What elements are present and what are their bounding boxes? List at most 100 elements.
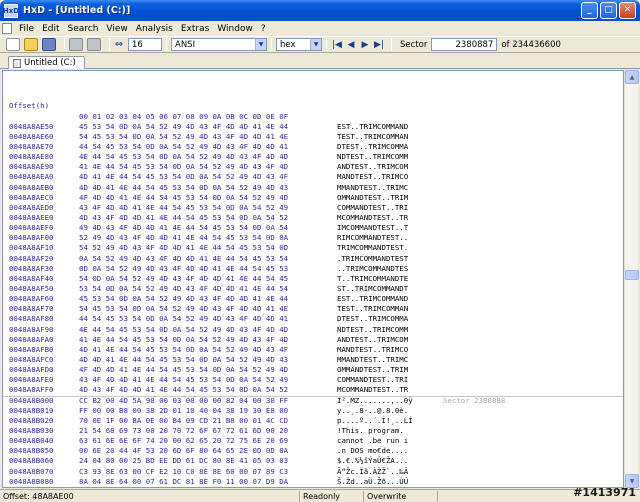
- hex-row[interactable]: 0048A8AF90 4E 44 54 45 53 54 0D 0A 54 52 …: [3, 325, 408, 335]
- row-text[interactable]: MMANDTEST..TRIMC: [337, 355, 408, 365]
- menu-window[interactable]: Window: [213, 24, 257, 34]
- row-hex-bytes[interactable]: 54 0D 0A 54 52 49 4D 43 4F 4D 4D 41 4E 4…: [79, 274, 288, 284]
- row-text[interactable]: $.€.%½îÝaÜ€ŽA...: [337, 456, 408, 466]
- hex-row[interactable]: 0048A8AF40 54 0D 0A 54 52 49 4D 43 4F 4D …: [3, 274, 408, 284]
- hex-row[interactable]: 0048A8AFB0 4D 41 4E 44 54 45 53 54 0D 0A …: [3, 345, 408, 355]
- row-text[interactable]: MCOMMANDTEST..TR: [337, 213, 408, 223]
- row-hex-bytes[interactable]: 4F 4D 4D 41 4E 44 54 45 53 54 0D 0A 54 5…: [79, 193, 288, 203]
- minimize-button[interactable]: _: [581, 2, 598, 19]
- hex-row[interactable]: 0048A8AF20 0A 54 52 49 4D 43 4F 4D 4D 41 …: [3, 254, 408, 264]
- first-sector-icon[interactable]: |◀: [331, 38, 343, 51]
- menu-help[interactable]: ?: [257, 24, 270, 34]
- row-text[interactable]: Ì².MZ.......‚..0ÿ: [337, 396, 413, 406]
- scroll-up-icon[interactable]: ▲: [625, 70, 639, 84]
- row-hex-bytes[interactable]: 43 4F 4D 4D 41 4E 44 54 45 53 54 0D 0A 5…: [79, 375, 288, 385]
- row-text[interactable]: DTEST..TRIMCOMMA: [337, 142, 408, 152]
- row-hex-bytes[interactable]: 4D 43 4F 4D 4D 41 4E 44 54 45 53 54 0D 0…: [79, 385, 288, 395]
- hex-row[interactable]: 0048A8B030 21 54 68 69 73 00 20 70 72 6F …: [3, 426, 404, 436]
- hex-row[interactable]: 0048A8B070 C3 93 8E 63 00 CF E2 10 C0 8E …: [3, 467, 408, 477]
- new-file-icon[interactable]: [6, 38, 20, 51]
- row-hex-bytes[interactable]: 24 04 80 00 25 BD EE DD 61 DC 80 8E 41 0…: [79, 456, 288, 466]
- row-text[interactable]: T..TRIMCOMMANDTE: [337, 274, 408, 284]
- row-hex-bytes[interactable]: 0D 0A 54 52 49 4D 43 4F 4D 4D 41 4E 44 5…: [79, 264, 288, 274]
- menu-edit[interactable]: Edit: [38, 24, 63, 34]
- hex-row[interactable]: 0048A8AE50 45 53 54 0D 0A 54 52 49 4D 43 …: [3, 122, 408, 132]
- row-hex-bytes[interactable]: 41 4E 44 54 45 53 54 0D 0A 54 52 49 4D 4…: [79, 162, 288, 172]
- row-hex-bytes[interactable]: 41 4E 44 54 45 53 54 0D 0A 54 52 49 4D 4…: [79, 335, 288, 345]
- row-text[interactable]: DTEST..TRIMCOMMA: [337, 314, 408, 324]
- hex-row[interactable]: 0048A8AED0 43 4F 4D 4D 41 4E 44 54 45 53 …: [3, 203, 408, 213]
- row-text[interactable]: MMANDTEST..TRIMC: [337, 183, 408, 193]
- row-hex-bytes[interactable]: 54 45 53 54 0D 0A 54 52 49 4D 43 4F 4D 4…: [79, 304, 288, 314]
- next-sector-icon[interactable]: ▶: [359, 38, 371, 51]
- menu-analysis[interactable]: Analysis: [132, 24, 177, 34]
- chevron-down-icon[interactable]: ▼: [255, 39, 266, 50]
- hex-row[interactable]: 0048A8AEE0 4D 43 4F 4D 4D 41 4E 44 54 45 …: [3, 213, 408, 223]
- row-hex-bytes[interactable]: CC B2 00 4D 5A 90 00 03 00 00 00 82 04 0…: [79, 396, 288, 406]
- row-text[interactable]: ANDTEST..TRIMCOM: [337, 162, 408, 172]
- hex-row[interactable]: 0048A8B000 CC B2 00 4D 5A 90 00 03 00 00 …: [3, 395, 623, 406]
- tab-untitled-c[interactable]: Untitled (C:): [8, 56, 85, 69]
- row-text[interactable]: TRIMCOMMANDTEST.: [337, 243, 408, 253]
- bytes-per-row-spinner[interactable]: 16: [128, 38, 162, 51]
- row-text[interactable]: OMMANDTEST..TRIM: [337, 365, 408, 375]
- hex-row[interactable]: 0048A8AFC0 4D 4D 41 4E 44 54 45 53 54 0D …: [3, 355, 408, 365]
- hex-row[interactable]: 0048A8AFE0 43 4F 4D 4D 41 4E 44 54 45 53 …: [3, 375, 408, 385]
- row-text[interactable]: Ã“Žc.Ïâ.ÀŽŽ`..‰Ã: [337, 467, 408, 477]
- hex-row[interactable]: 0048A8AE60 54 45 53 54 0D 0A 54 52 49 4D …: [3, 132, 408, 142]
- hxd-app-icon[interactable]: HxD: [3, 3, 19, 18]
- row-hex-bytes[interactable]: 43 4F 4D 4D 41 4E 44 54 45 53 54 0D 0A 5…: [79, 203, 288, 213]
- hex-row[interactable]: 0048A8AEF0 49 4D 43 4F 4D 4D 41 4E 44 54 …: [3, 223, 408, 233]
- open-ram-icon[interactable]: [87, 38, 101, 51]
- row-hex-bytes[interactable]: 4E 44 54 45 53 54 0D 0A 54 52 49 4D 43 4…: [79, 325, 288, 335]
- row-text[interactable]: MCOMMANDTEST..TR: [337, 385, 408, 395]
- hex-row[interactable]: 0048A8AE70 44 54 45 53 54 0D 0A 54 52 49 …: [3, 142, 408, 152]
- menu-extras[interactable]: Extras: [177, 24, 213, 34]
- row-text[interactable]: TEST..TRIMCOMMAN: [337, 132, 408, 142]
- row-hex-bytes[interactable]: FF 00 00 B8 00 38 2D 01 10 40 04 38 19 3…: [79, 406, 288, 416]
- row-hex-bytes[interactable]: 8A 04 8E 64 00 07 61 DC 81 8E F0 11 00 0…: [79, 477, 288, 487]
- hex-row[interactable]: 0048A8AF00 52 49 4D 43 4F 4D 4D 41 4E 44 …: [3, 233, 408, 243]
- hex-row[interactable]: 0048A8B010 FF 00 00 B8 00 38 2D 01 10 40 …: [3, 406, 408, 416]
- row-text[interactable]: COMMANDTEST..TRI: [337, 203, 408, 213]
- hex-row[interactable]: 0048A8AE80 4E 44 54 45 53 54 0D 0A 54 52 …: [3, 152, 408, 162]
- row-text[interactable]: IMCOMMANDTEST..T: [337, 223, 408, 233]
- row-text[interactable]: EST..TRIMCOMMAND: [337, 122, 408, 132]
- row-text[interactable]: TEST..TRIMCOMMAN: [337, 304, 408, 314]
- row-hex-bytes[interactable]: 54 52 49 4D 43 4F 4D 4D 41 4E 44 54 45 5…: [79, 243, 288, 253]
- open-folder-icon[interactable]: [24, 38, 38, 51]
- document-icon[interactable]: [2, 23, 12, 34]
- row-hex-bytes[interactable]: 45 53 54 0D 0A 54 52 49 4D 43 4F 4D 4D 4…: [79, 122, 288, 132]
- row-text[interactable]: p....º..´.Í!¸..LÍ: [337, 416, 413, 426]
- menu-search[interactable]: Search: [64, 24, 103, 34]
- maximize-button[interactable]: □: [600, 2, 617, 19]
- open-disk-icon[interactable]: [69, 38, 83, 51]
- charset-select[interactable]: ANSI ▼: [171, 38, 267, 51]
- row-text[interactable]: MANDTEST..TRIMCO: [337, 172, 408, 182]
- row-hex-bytes[interactable]: 52 49 4D 43 4F 4D 4D 41 4E 44 54 45 53 5…: [79, 233, 288, 243]
- hex-grid[interactable]: Offset(h) 00 01 02 03 04 05 06 07 08 09 …: [3, 71, 623, 488]
- hex-row[interactable]: 0048A8AFF0 4D 43 4F 4D 4D 41 4E 44 54 45 …: [3, 385, 408, 395]
- row-text[interactable]: NDTEST..TRIMCOMM: [337, 152, 408, 162]
- row-hex-bytes[interactable]: 63 61 6E 6E 6F 74 20 00 62 65 20 72 75 6…: [79, 436, 288, 446]
- row-hex-bytes[interactable]: C3 93 8E 63 00 CF E2 10 C0 8E 8E 60 00 0…: [79, 467, 288, 477]
- hex-row[interactable]: 0048A8AF60 45 53 54 0D 0A 54 52 49 4D 43 …: [3, 294, 408, 304]
- row-hex-bytes[interactable]: 53 54 0D 0A 54 52 49 4D 43 4F 4D 4D 41 4…: [79, 284, 288, 294]
- hex-row[interactable]: 0048A8AEC0 4F 4D 4D 41 4E 44 54 45 53 54 …: [3, 193, 408, 203]
- row-hex-bytes[interactable]: 49 4D 43 4F 4D 4D 41 4E 44 54 45 53 54 0…: [79, 223, 288, 233]
- hex-row[interactable]: 0048A8AE90 41 4E 44 54 45 53 54 0D 0A 54 …: [3, 162, 408, 172]
- menu-file[interactable]: File: [15, 24, 38, 34]
- save-disk-icon[interactable]: [42, 38, 56, 51]
- hex-row[interactable]: 0048A8B090 86 04 17 8B 8E 62 41 00 0F 89 …: [3, 487, 408, 488]
- row-hex-bytes[interactable]: 00 6E 20 44 4F 53 20 6D 6F 80 64 65 2E 0…: [79, 446, 288, 456]
- hex-row[interactable]: 0048A8B060 24 04 80 00 25 BD EE DD 61 DC …: [3, 456, 408, 466]
- row-text[interactable]: RIMCOMMANDTEST..: [337, 233, 408, 243]
- row-text[interactable]: cannot .be run i: [337, 436, 408, 446]
- hex-row[interactable]: 0048A8AEA0 4D 41 4E 44 54 45 53 54 0D 0A …: [3, 172, 408, 182]
- hex-row[interactable]: 0048A8B050 00 6E 20 44 4F 53 20 6D 6F 80 …: [3, 446, 408, 456]
- row-text[interactable]: y..¸.8-..@.8.0è.: [337, 406, 408, 416]
- row-text[interactable]: ..TRIMCOMMANDTES: [337, 264, 408, 274]
- row-hex-bytes[interactable]: 44 54 45 53 54 0D 0A 54 52 49 4D 43 4F 4…: [79, 314, 288, 324]
- row-hex-bytes[interactable]: 4E 44 54 45 53 54 0D 0A 54 52 49 4D 43 4…: [79, 152, 288, 162]
- hex-row[interactable]: 0048A8AF80 44 54 45 53 54 0D 0A 54 52 49 …: [3, 314, 408, 324]
